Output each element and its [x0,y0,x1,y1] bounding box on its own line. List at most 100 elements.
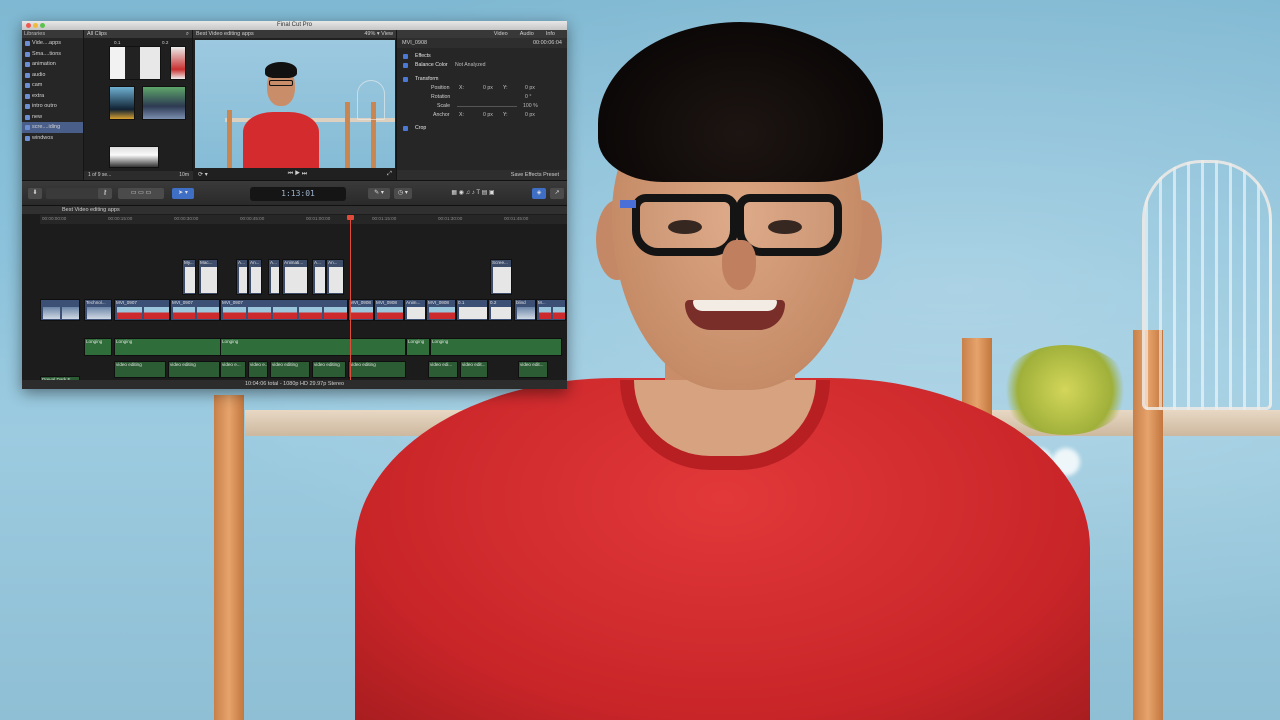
checkbox-icon[interactable] [403,126,408,131]
edit-buttons-group[interactable]: ▭ ▭ ▭ [118,188,164,199]
inspector-toggle-icon[interactable]: ◈ [532,188,546,199]
transform-tool-menu[interactable]: ⟳ ▾ [198,171,208,178]
library-item[interactable]: intro outro [22,101,83,112]
audio-clip[interactable]: video edit... [518,361,548,378]
select-tool-button[interactable]: ➤ ▾ [172,188,194,199]
library-item[interactable]: cam [22,80,83,91]
connected-clip[interactable]: An... [248,259,262,295]
connected-clip[interactable]: My... [182,259,196,295]
play-button[interactable]: ▶ [295,171,302,177]
audio-clip[interactable]: Longing [114,338,222,356]
video-clip[interactable] [40,299,80,321]
video-clip[interactable]: 0.2 [488,299,512,321]
teeth [693,300,777,311]
video-clip[interactable]: MVI_0908 [374,299,404,321]
video-clip[interactable]: MVI_0908 [348,299,374,321]
tab-info[interactable]: Info [546,30,555,38]
library-item[interactable]: extra [22,91,83,102]
audio-clip[interactable]: video editing [312,361,346,378]
clip-thumbnail[interactable] [109,46,161,80]
clip-thumbnail[interactable] [142,86,186,120]
library-item[interactable]: windwos [22,133,83,144]
clips-filter-menu[interactable]: All Clips [87,30,107,38]
filmstrip-frame [248,307,272,319]
video-clip[interactable]: Anim... [404,299,426,321]
video-clip[interactable]: MVI_0907 [170,299,220,321]
library-item[interactable]: audio [22,70,83,81]
clip-thumbnail[interactable] [170,46,186,80]
search-icon[interactable]: ⌕ [186,30,189,38]
dashboard-timecode[interactable]: 1:13:01 [250,187,346,201]
audio-clip[interactable]: Longing [430,338,562,356]
library-item[interactable]: new [22,112,83,123]
clip-thumbnail[interactable] [109,146,159,168]
media-browsers-group[interactable]: ▦ ◉ ♫ ♪ T ▤ ▣ [418,188,528,199]
checkbox-icon[interactable] [403,77,408,82]
connected-clip[interactable]: A... [236,259,248,295]
video-clip[interactable]: MVI_0907 [114,299,170,321]
audio-clip[interactable]: video editing [114,361,166,378]
video-clip[interactable]: Technol... [84,299,112,321]
audio-clip[interactable]: video edit... [460,361,488,378]
audio-clip[interactable]: video editing [168,361,220,378]
connected-clip[interactable]: A... [268,259,280,295]
minimize-window-button[interactable] [33,23,38,28]
audio-clip[interactable]: Longing [220,338,406,356]
library-item[interactable]: Vide....apps [22,38,83,49]
video-clip[interactable]: MVI_0908 [426,299,456,321]
save-effects-preset-button[interactable]: Save Effects Preset [397,170,567,180]
video-clip[interactable]: MVI_0907 [220,299,348,321]
checkbox-icon[interactable] [403,63,408,68]
enhance-menu[interactable]: ✎ ▾ [368,188,390,199]
audio-clip[interactable]: video editing [348,361,406,378]
transform-section[interactable]: Transform [397,75,567,84]
share-icon[interactable]: ↗ [550,188,564,199]
position-y-field[interactable]: 0 px [525,84,535,93]
retime-menu[interactable]: ◷ ▾ [394,188,412,199]
viewer-zoom-menu[interactable]: 49% [364,31,375,37]
clip-duration-setting[interactable]: 10m [179,171,189,180]
zoom-window-button[interactable] [40,23,45,28]
tab-video[interactable]: Video [494,30,508,38]
library-item[interactable]: animation [22,59,83,70]
video-clip[interactable]: blind [514,299,536,321]
previous-frame-icon[interactable]: ⏮ [288,171,293,177]
balance-color-row[interactable]: Balance Color Not Analyzed [397,61,567,70]
key-icon[interactable]: ⚷ [98,188,112,199]
anchor-y-field[interactable]: 0 px [525,111,535,120]
audio-clip[interactable]: video e... [220,361,246,378]
tab-audio[interactable]: Audio [520,30,534,38]
connected-clip[interactable]: Scree... [490,259,512,295]
video-clip[interactable]: M... [536,299,566,321]
timeline-ruler[interactable]: 00:00:00:00 00:00:15:00 00:00:30:00 00:00:4… [40,215,567,224]
video-clip[interactable]: 0.1 [456,299,488,321]
library-item[interactable]: Sma....tions [22,49,83,60]
clip-thumbnail[interactable] [109,86,135,120]
connected-clip[interactable]: A... [312,259,326,295]
connected-clip[interactable]: Animati... [282,259,308,295]
rotation-field[interactable]: 0 ° [525,93,531,102]
library-item[interactable]: scre....iding [22,122,83,133]
audio-clip[interactable]: video edi... [428,361,458,378]
connected-clip[interactable]: Mac... [198,259,218,295]
playhead[interactable] [350,215,351,380]
close-window-button[interactable] [26,23,31,28]
audio-clip[interactable]: video editing [270,361,310,378]
effects-section[interactable]: Effects [397,52,567,61]
viewer-view-menu[interactable]: View [381,31,393,37]
fullscreen-icon[interactable]: ⤢ [387,171,392,178]
import-icon[interactable]: ⬇ [28,188,42,199]
checkbox-icon[interactable] [403,54,408,59]
anchor-x-field[interactable]: 0 px [483,111,493,120]
next-frame-icon[interactable]: ⏭ [302,171,307,177]
viewer-video-frame[interactable] [195,40,395,168]
position-x-field[interactable]: 0 px [483,84,493,93]
scale-slider[interactable] [457,106,517,107]
connected-clip[interactable]: An... [326,259,344,295]
scale-field[interactable]: 100 % [523,102,538,111]
audio-clip[interactable]: Longing [406,338,430,356]
audio-clip[interactable]: video e... [248,361,268,378]
crop-section[interactable]: Crop [397,124,567,133]
keyword-button[interactable] [46,188,104,199]
audio-clip[interactable]: Longing [84,338,112,356]
